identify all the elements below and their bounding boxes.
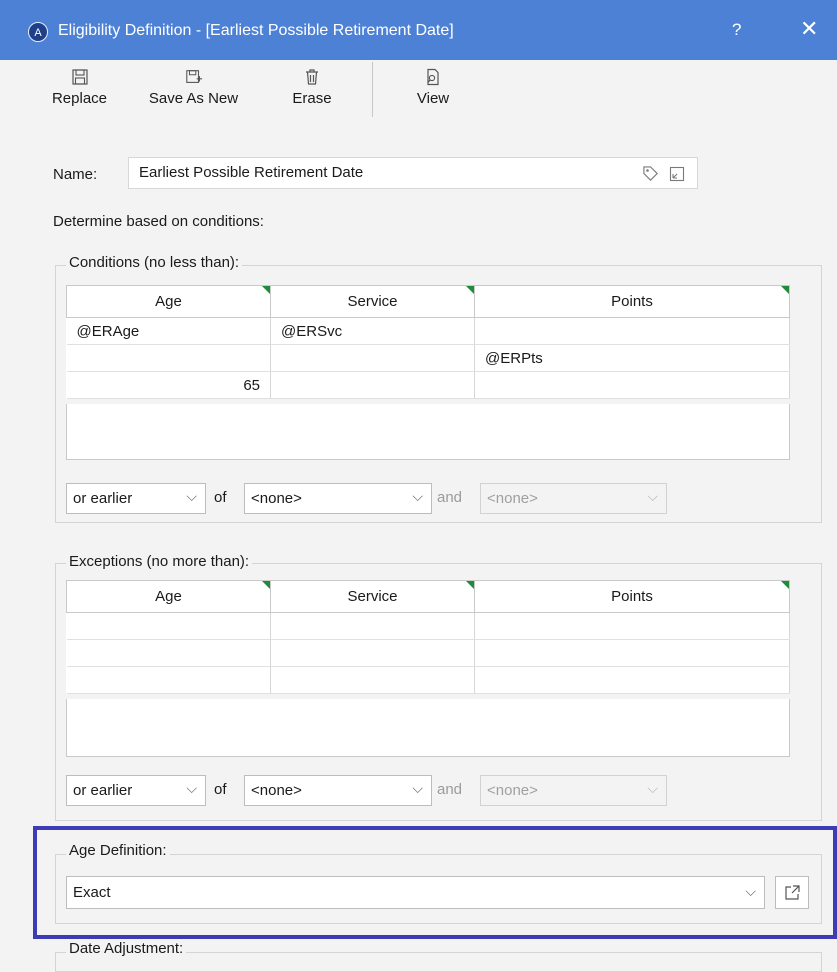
exceptions-header-row: Age Service Points <box>66 580 790 613</box>
conditions-timing-select[interactable]: or earlier ⌵ <box>66 483 206 514</box>
table-row[interactable] <box>66 666 790 694</box>
service-cell[interactable] <box>270 371 475 399</box>
close-button[interactable]: ✕ <box>800 18 818 40</box>
name-label: Name: <box>53 166 98 183</box>
tag-icon[interactable] <box>642 165 660 183</box>
trash-icon <box>306 69 318 85</box>
conditions-of-select[interactable]: <none> ⌵ <box>244 483 432 514</box>
service-cell[interactable] <box>270 344 475 372</box>
exceptions-title: Exceptions (no more than): <box>66 553 253 570</box>
view-label: View <box>416 90 450 107</box>
sort-indicator-icon <box>781 286 789 294</box>
age-cell[interactable] <box>66 344 271 372</box>
service-header-label: Service <box>347 293 398 310</box>
age-cell[interactable] <box>66 612 271 640</box>
age-cell[interactable]: 65 <box>66 371 271 399</box>
age-cell[interactable]: @ERAge <box>66 317 271 345</box>
conditions-header-row: Age Service Points <box>66 285 790 318</box>
expand-icon[interactable] <box>669 166 685 182</box>
selection-highlight <box>33 826 837 939</box>
column-header-service[interactable]: Service <box>270 580 475 613</box>
conditions-title: Conditions (no less than): <box>66 254 243 271</box>
column-header-points[interactable]: Points <box>474 285 790 318</box>
age-header-label: Age <box>155 293 182 310</box>
service-cell[interactable] <box>270 612 475 640</box>
exceptions-of-value: <none> <box>251 782 302 799</box>
exceptions-empty-area <box>66 699 790 757</box>
conditions-and-select: <none> ⌵ <box>480 483 667 514</box>
exceptions-and-select: <none> ⌵ <box>480 775 667 806</box>
chevron-down-icon: ⌵ <box>412 488 423 504</box>
sort-indicator-icon <box>262 581 270 589</box>
conditions-empty-area <box>66 404 790 460</box>
exceptions-of-select[interactable]: <none> ⌵ <box>244 775 432 806</box>
exceptions-timing-value: or earlier <box>73 782 133 799</box>
help-button[interactable]: ? <box>732 20 741 40</box>
points-cell[interactable] <box>474 639 790 667</box>
save-as-new-button[interactable]: Save As New <box>136 60 251 124</box>
column-header-points[interactable]: Points <box>474 580 790 613</box>
age-cell[interactable] <box>66 666 271 694</box>
table-row[interactable]: @ERPts <box>66 344 790 372</box>
exceptions-timing-select[interactable]: or earlier ⌵ <box>66 775 206 806</box>
column-header-age[interactable]: Age <box>66 580 271 613</box>
conditions-and-value: <none> <box>487 490 538 507</box>
points-header-label: Points <box>611 588 653 605</box>
determine-label: Determine based on conditions: <box>53 213 264 230</box>
conditions-table[interactable]: Age Service Points @ERAge @ERSvc @ERPts … <box>66 285 790 399</box>
column-header-age[interactable]: Age <box>66 285 271 318</box>
replace-button[interactable]: Replace <box>42 60 117 124</box>
replace-label: Replace <box>51 90 108 107</box>
app-logo-icon: A <box>28 22 48 42</box>
chevron-down-icon: ⌵ <box>412 780 423 796</box>
chevron-down-icon: ⌵ <box>647 488 658 504</box>
erase-label: Erase <box>292 90 332 107</box>
exceptions-and-value: <none> <box>487 782 538 799</box>
table-row[interactable]: @ERAge @ERSvc <box>66 317 790 345</box>
toolbar-separator <box>372 62 373 117</box>
sort-indicator-icon <box>466 581 474 589</box>
save-new-icon <box>185 70 202 83</box>
exceptions-table[interactable]: Age Service Points <box>66 580 790 694</box>
chevron-down-icon: ⌵ <box>647 780 658 796</box>
sort-indicator-icon <box>466 286 474 294</box>
points-header-label: Points <box>611 293 653 310</box>
erase-button[interactable]: Erase <box>282 60 342 124</box>
service-cell[interactable] <box>270 639 475 667</box>
column-header-service[interactable]: Service <box>270 285 475 318</box>
toolbar: Replace Save As New Erase View <box>0 60 837 130</box>
table-row[interactable] <box>66 639 790 667</box>
sort-indicator-icon <box>262 286 270 294</box>
points-cell[interactable] <box>474 612 790 640</box>
view-button[interactable]: View <box>408 60 458 124</box>
view-document-icon <box>427 68 439 86</box>
chevron-down-icon: ⌵ <box>186 780 197 796</box>
sort-indicator-icon <box>781 581 789 589</box>
service-cell[interactable]: @ERSvc <box>270 317 475 345</box>
title-bar: A Eligibility Definition - [Earliest Pos… <box>0 0 837 60</box>
conditions-timing-value: or earlier <box>73 490 133 507</box>
and-label: and <box>437 489 463 506</box>
points-cell[interactable]: @ERPts <box>474 344 790 372</box>
table-row[interactable]: 65 <box>66 371 790 399</box>
points-cell[interactable] <box>474 371 790 399</box>
window-title: Eligibility Definition - [Earliest Possi… <box>58 22 454 39</box>
and-label: and <box>437 781 463 798</box>
name-input[interactable]: Earliest Possible Retirement Date <box>128 157 698 189</box>
points-cell[interactable] <box>474 666 790 694</box>
service-header-label: Service <box>347 588 398 605</box>
chevron-down-icon: ⌵ <box>186 488 197 504</box>
age-cell[interactable] <box>66 639 271 667</box>
conditions-of-value: <none> <box>251 490 302 507</box>
age-header-label: Age <box>155 588 182 605</box>
name-value: Earliest Possible Retirement Date <box>139 164 364 181</box>
points-cell[interactable] <box>474 317 790 345</box>
service-cell[interactable] <box>270 666 475 694</box>
of-label: of <box>214 489 227 506</box>
save-disk-icon <box>71 69 88 85</box>
table-row[interactable] <box>66 612 790 640</box>
save-as-new-label: Save As New <box>148 90 239 107</box>
date-adjustment-title: Date Adjustment: <box>66 940 187 957</box>
of-label: of <box>214 781 227 798</box>
